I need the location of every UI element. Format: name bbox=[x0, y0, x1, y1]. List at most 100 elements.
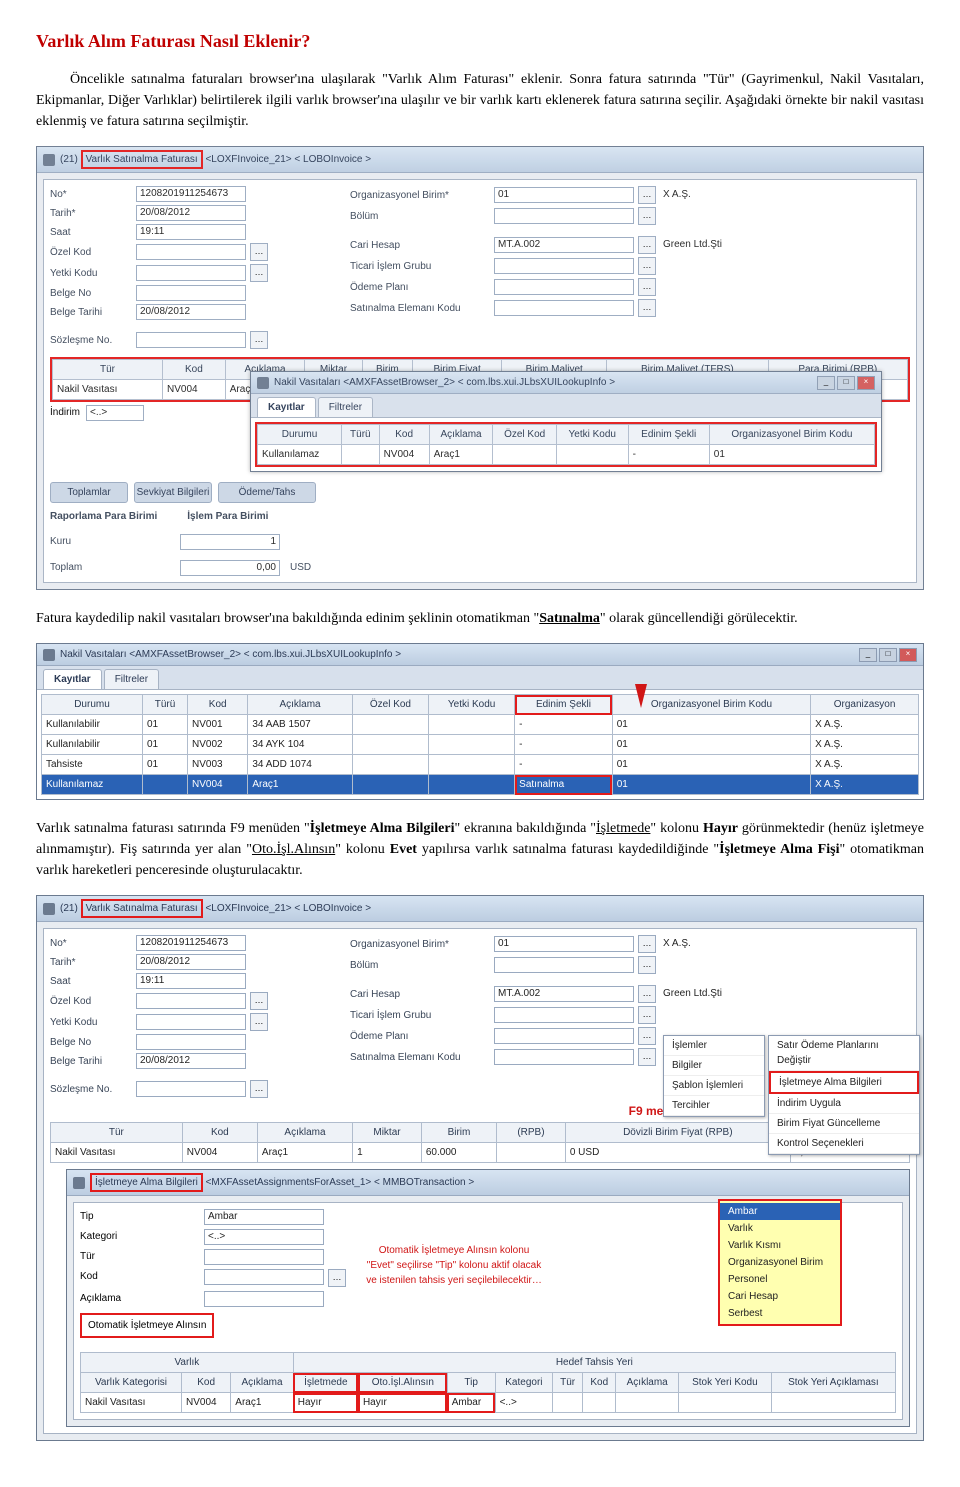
dropdown-item[interactable]: Organizasyonel Birim bbox=[720, 1254, 840, 1271]
tab-filtreler[interactable]: Filtreler bbox=[318, 397, 373, 417]
cell[interactable]: Araç1 bbox=[248, 775, 352, 795]
lookup-btn[interactable]: … bbox=[638, 299, 656, 317]
cell[interactable] bbox=[429, 775, 515, 795]
cell[interactable]: Hayır bbox=[293, 1393, 358, 1413]
dropdown-item[interactable]: Ambar bbox=[720, 1203, 840, 1220]
menu-group[interactable]: Tercihler bbox=[664, 1096, 764, 1116]
input-bolum[interactable] bbox=[494, 957, 634, 973]
tab-kayitlar[interactable]: Kayıtlar bbox=[257, 397, 316, 417]
maximize-btn[interactable]: □ bbox=[879, 648, 897, 662]
lookup-btn[interactable]: … bbox=[250, 992, 268, 1010]
cell[interactable]: - bbox=[515, 755, 613, 775]
input-orgbirim[interactable]: 01 bbox=[494, 187, 634, 203]
menu-group[interactable]: Şablon İşlemleri bbox=[664, 1076, 764, 1096]
tab-odeme[interactable]: Ödeme/Tahs bbox=[218, 482, 316, 503]
cell[interactable]: Nakil Vasıtası bbox=[81, 1393, 182, 1413]
col-header[interactable]: Kod bbox=[188, 695, 248, 715]
cell[interactable]: X A.Ş. bbox=[811, 715, 919, 735]
input-belgeno[interactable] bbox=[136, 285, 246, 301]
dropdown-item[interactable]: Varlık bbox=[720, 1220, 840, 1237]
maximize-btn[interactable]: □ bbox=[837, 376, 855, 390]
cell[interactable]: NV002 bbox=[188, 735, 248, 755]
f9-item-menu[interactable]: Satır Ödeme Planlarını Değiştir İşletmey… bbox=[768, 1035, 920, 1155]
menu-item-isletmeye-alma[interactable]: İşletmeye Alma Bilgileri bbox=[769, 1071, 919, 1094]
lookup-btn[interactable]: … bbox=[638, 985, 656, 1003]
dropdown-item[interactable]: Cari Hesap bbox=[720, 1288, 840, 1305]
cell[interactable] bbox=[352, 735, 428, 755]
input-odemeplan[interactable] bbox=[494, 1028, 634, 1044]
lookup-btn[interactable]: … bbox=[638, 956, 656, 974]
cell[interactable]: Tahsiste bbox=[42, 755, 143, 775]
dropdown-item[interactable]: Serbest bbox=[720, 1305, 840, 1322]
cell[interactable]: Kullanılamaz bbox=[42, 775, 143, 795]
input-no[interactable]: 1208201911254673 bbox=[136, 186, 246, 202]
tip-dropdown[interactable]: Ambar Varlık Varlık Kısmı Organizasyonel… bbox=[718, 1199, 842, 1326]
cell[interactable] bbox=[352, 715, 428, 735]
tab-sevkiyat[interactable]: Sevkiyat Bilgileri bbox=[134, 482, 212, 503]
cell[interactable]: Hayır bbox=[358, 1393, 447, 1413]
lookup-btn[interactable]: … bbox=[638, 1006, 656, 1024]
lookup-btn[interactable]: … bbox=[638, 1027, 656, 1045]
input-belgeno[interactable] bbox=[136, 1034, 246, 1050]
input-tarih[interactable]: 20/08/2012 bbox=[136, 954, 246, 970]
cell[interactable]: Satınalma bbox=[515, 775, 613, 795]
cell[interactable] bbox=[142, 775, 187, 795]
minimize-btn[interactable]: _ bbox=[817, 376, 835, 390]
input-bolum[interactable] bbox=[494, 208, 634, 224]
input-yetkikodu[interactable] bbox=[136, 1014, 246, 1030]
cell[interactable] bbox=[429, 755, 515, 775]
menu-item[interactable]: Birim Fiyat Güncelleme bbox=[769, 1114, 919, 1134]
lookup-btn[interactable]: … bbox=[638, 257, 656, 275]
cell[interactable]: 01 bbox=[142, 735, 187, 755]
cell[interactable]: X A.Ş. bbox=[811, 775, 919, 795]
menu-item[interactable]: Satır Ödeme Planlarını Değiştir bbox=[769, 1036, 919, 1071]
cell[interactable] bbox=[616, 1393, 678, 1413]
cell[interactable] bbox=[352, 755, 428, 775]
menu-group[interactable]: İşlemler bbox=[664, 1036, 764, 1056]
input-sozlesme[interactable] bbox=[136, 332, 246, 348]
cell[interactable] bbox=[583, 1393, 616, 1413]
lookup-btn[interactable]: … bbox=[638, 935, 656, 953]
cell[interactable]: <..> bbox=[495, 1393, 553, 1413]
lookup-btn[interactable]: … bbox=[638, 278, 656, 296]
cell[interactable]: 01 bbox=[612, 715, 810, 735]
lookup-btn[interactable]: … bbox=[250, 1013, 268, 1031]
lookup-btn[interactable]: … bbox=[638, 186, 656, 204]
cell[interactable]: 01 bbox=[612, 755, 810, 775]
col-header[interactable]: Organizasyon bbox=[811, 695, 919, 715]
cell[interactable]: 01 bbox=[612, 735, 810, 755]
col-header[interactable]: Özel Kod bbox=[352, 695, 428, 715]
cell[interactable]: - bbox=[515, 715, 613, 735]
col-header[interactable]: Yetki Kodu bbox=[429, 695, 515, 715]
input-saat[interactable]: 19:11 bbox=[136, 973, 246, 989]
lookup-btn[interactable]: … bbox=[250, 243, 268, 261]
cell[interactable] bbox=[771, 1393, 895, 1413]
cell[interactable] bbox=[553, 1393, 583, 1413]
cell[interactable]: - bbox=[515, 735, 613, 755]
cell[interactable]: 34 AYK 104 bbox=[248, 735, 352, 755]
lookup-btn[interactable]: … bbox=[250, 264, 268, 282]
input-no[interactable]: 1208201911254673 bbox=[136, 935, 246, 951]
dropdown-item[interactable]: Varlık Kısmı bbox=[720, 1237, 840, 1254]
tab-kayitlar[interactable]: Kayıtlar bbox=[43, 669, 102, 689]
cell[interactable] bbox=[429, 735, 515, 755]
tab-toplamlar[interactable]: Toplamlar bbox=[50, 482, 128, 503]
input-aciklama[interactable] bbox=[204, 1291, 324, 1307]
cell[interactable]: Araç1 bbox=[231, 1393, 293, 1413]
input-ticari[interactable] bbox=[494, 1007, 634, 1023]
cell[interactable]: 01 bbox=[612, 775, 810, 795]
dropdown-item[interactable]: Personel bbox=[720, 1271, 840, 1288]
cell[interactable]: 01 bbox=[142, 755, 187, 775]
minimize-btn[interactable]: _ bbox=[859, 648, 877, 662]
cell[interactable]: 01 bbox=[142, 715, 187, 735]
input-tur[interactable] bbox=[204, 1249, 324, 1265]
input-saat[interactable]: 19:11 bbox=[136, 224, 246, 240]
input-indirim[interactable]: <..> bbox=[86, 405, 144, 421]
menu-item[interactable]: Kontrol Seçenekleri bbox=[769, 1134, 919, 1154]
cell[interactable]: 34 AAB 1507 bbox=[248, 715, 352, 735]
input-tarih[interactable]: 20/08/2012 bbox=[136, 205, 246, 221]
cell[interactable]: Kullanılabilir bbox=[42, 735, 143, 755]
cell[interactable]: X A.Ş. bbox=[811, 755, 919, 775]
input-ozelkod[interactable] bbox=[136, 244, 246, 260]
input-ozelkod[interactable] bbox=[136, 993, 246, 1009]
